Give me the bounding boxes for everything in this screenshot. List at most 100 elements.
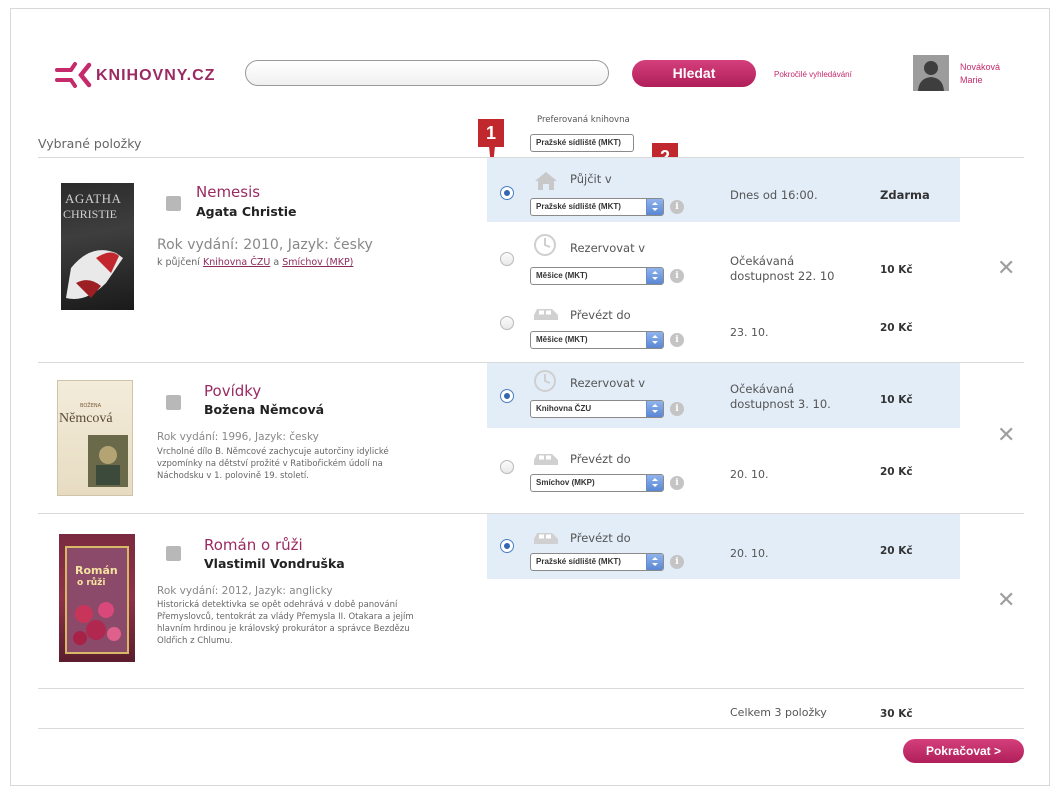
item1-borrow-and: a bbox=[273, 257, 280, 268]
item3-checkbox[interactable] bbox=[166, 546, 181, 561]
item2-cover[interactable]: BOŽENA Němcová bbox=[57, 380, 133, 496]
item3-title[interactable]: Román o růži bbox=[204, 536, 303, 554]
item2-remove-icon[interactable]: ✕ bbox=[997, 425, 1015, 447]
item2-author: Božena Němcová bbox=[204, 402, 325, 417]
item2-desc-line2: vzpomínky na dětství prožité v Ratibořic… bbox=[157, 459, 383, 469]
info-icon[interactable]: i bbox=[670, 476, 684, 490]
item3-desc-line2: Přemyslovců, tentokrát za vlády Přemysla… bbox=[157, 612, 414, 622]
item1-remove-icon[interactable]: ✕ bbox=[997, 258, 1015, 280]
clock-icon bbox=[534, 234, 556, 256]
house-icon bbox=[535, 172, 557, 190]
item1-option2-action: Rezervovat v bbox=[570, 241, 646, 255]
logo[interactable]: KNIHOVNY.CZ bbox=[53, 60, 228, 90]
item3-option1-when: 20. 10. bbox=[730, 547, 769, 560]
avatar[interactable] bbox=[913, 55, 949, 91]
total-label: Celkem 3 položky bbox=[730, 706, 827, 719]
user-firstname[interactable]: Marie bbox=[960, 75, 983, 85]
item1-cover-top: AGATHA bbox=[65, 191, 122, 206]
item2-cover-art bbox=[88, 435, 128, 487]
item2-option2-action: Převézt do bbox=[570, 452, 631, 466]
search-input[interactable] bbox=[245, 60, 609, 86]
car-icon bbox=[534, 454, 558, 465]
item3-cover-bottom: o růži bbox=[77, 578, 106, 588]
item3-cover[interactable]: Román o růži bbox=[59, 534, 135, 662]
item3-author: Vlastimil Vondruška bbox=[204, 556, 345, 571]
preferred-library-select[interactable]: Pražské sídliště (MKT) bbox=[530, 134, 634, 152]
user-silhouette-icon bbox=[918, 61, 944, 91]
divider-item3 bbox=[38, 688, 1024, 689]
item1-option1-radio[interactable] bbox=[500, 186, 514, 200]
item1-borrow-link-czu[interactable]: Knihovna ČZU bbox=[203, 257, 270, 268]
item3-option1-library-select[interactable]: Pražské sídliště (MKT) bbox=[530, 553, 664, 571]
item3-option1-action: Převézt do bbox=[570, 531, 631, 545]
item1-meta: Rok vydání: 2010, Jazyk: česky bbox=[157, 237, 373, 253]
item1-cover-art bbox=[66, 250, 123, 299]
user-surname[interactable]: Nováková bbox=[960, 62, 1000, 72]
item1-option1-library-select[interactable]: Pražské sídliště (MKT) bbox=[530, 198, 664, 216]
item3-cover-art bbox=[73, 602, 121, 645]
item2-option1-radio[interactable] bbox=[500, 389, 514, 403]
chevron-updown-icon bbox=[646, 554, 663, 570]
item2-checkbox[interactable] bbox=[166, 395, 181, 410]
car-icon bbox=[534, 309, 558, 320]
marker-1-label: 1 bbox=[485, 123, 496, 143]
logo-icon bbox=[55, 62, 92, 88]
info-icon[interactable]: i bbox=[670, 200, 684, 214]
item2-option2-when: 20. 10. bbox=[730, 468, 769, 481]
info-icon[interactable]: i bbox=[670, 402, 684, 416]
item1-borrow-link-smichov[interactable]: Smíchov (MKP) bbox=[282, 257, 353, 268]
continue-button[interactable]: Pokračovat > bbox=[903, 739, 1024, 763]
item2-option2-library-select[interactable]: Smíchov (MKP) bbox=[530, 474, 664, 492]
item3-desc-line3: hlavním hrdinou je královský prokurátor … bbox=[157, 624, 410, 634]
preferred-library-label: Preferovaná knihovna bbox=[537, 115, 630, 125]
item1-option2-library: Měšice (MKT) bbox=[536, 271, 588, 280]
item2-option1-when: Očekávaná bbox=[730, 382, 795, 396]
item1-title[interactable]: Nemesis bbox=[196, 183, 260, 201]
logo-text: KNIHOVNY.CZ bbox=[96, 67, 216, 84]
info-icon[interactable]: i bbox=[670, 555, 684, 569]
item1-cover[interactable]: AGATHA CHRISTIE bbox=[61, 183, 134, 310]
info-icon[interactable]: i bbox=[670, 333, 684, 347]
item1-checkbox[interactable] bbox=[166, 196, 181, 211]
marker-1: 1 bbox=[478, 119, 504, 147]
item3-cover-top: Román bbox=[75, 564, 118, 577]
item2-option1-action: Rezervovat v bbox=[570, 376, 646, 390]
item2-option1-library: Knihovna ČZU bbox=[536, 404, 592, 413]
item2-title[interactable]: Povídky bbox=[204, 382, 261, 400]
info-icon[interactable]: i bbox=[670, 269, 684, 283]
item2-option1-price: 10 Kč bbox=[880, 394, 913, 406]
item2-cover-bottom: Němcová bbox=[59, 411, 113, 426]
item1-option2-library-select[interactable]: Měšice (MKT) bbox=[530, 267, 664, 285]
total-price: 30 Kč bbox=[880, 708, 913, 720]
item2-cover-top: BOŽENA bbox=[80, 403, 102, 409]
item1-option2-price: 10 Kč bbox=[880, 264, 913, 276]
item1-option3-action: Převézt do bbox=[570, 308, 631, 322]
item3-remove-icon[interactable]: ✕ bbox=[997, 590, 1015, 612]
chevron-updown-icon bbox=[646, 475, 663, 491]
item2-desc-line3: Náchodsku v 1. polovině 19. století. bbox=[157, 471, 309, 481]
search-button-label: Hledat bbox=[672, 65, 716, 81]
continue-button-label: Pokračovat > bbox=[925, 744, 1002, 758]
item1-option2-radio[interactable] bbox=[500, 252, 514, 266]
chevron-updown-icon bbox=[646, 401, 663, 417]
item1-author: Agata Christie bbox=[196, 204, 297, 219]
chevron-updown-icon bbox=[646, 199, 663, 215]
item3-option1-radio[interactable] bbox=[500, 539, 514, 553]
item1-option3-library-select[interactable]: Měšice (MKT) bbox=[530, 331, 664, 349]
item1-option1-action: Půjčit v bbox=[570, 172, 612, 186]
item3-meta: Rok vydání: 2012, Jazyk: anglicky bbox=[157, 585, 333, 597]
chevron-updown-icon bbox=[646, 268, 663, 284]
item2-option2-price: 20 Kč bbox=[880, 466, 913, 478]
item3-desc-line1: Historická detektivka se opět odehrává v… bbox=[157, 600, 398, 610]
search-button[interactable]: Hledat bbox=[632, 60, 756, 87]
item1-option1-when: Dnes od 16:00. bbox=[730, 188, 818, 202]
item1-option3-price: 20 Kč bbox=[880, 322, 913, 334]
item1-option3-radio[interactable] bbox=[500, 316, 514, 330]
item2-option2-radio[interactable] bbox=[500, 460, 514, 474]
item1-option3-when: 23. 10. bbox=[730, 326, 769, 339]
car-icon bbox=[534, 533, 558, 544]
divider-bottom bbox=[38, 728, 1024, 729]
item2-option1-library-select[interactable]: Knihovna ČZU bbox=[530, 400, 664, 418]
item1-option3-library: Měšice (MKT) bbox=[536, 335, 588, 344]
advanced-search-link[interactable]: Pokročilé vyhledávání bbox=[774, 70, 852, 79]
